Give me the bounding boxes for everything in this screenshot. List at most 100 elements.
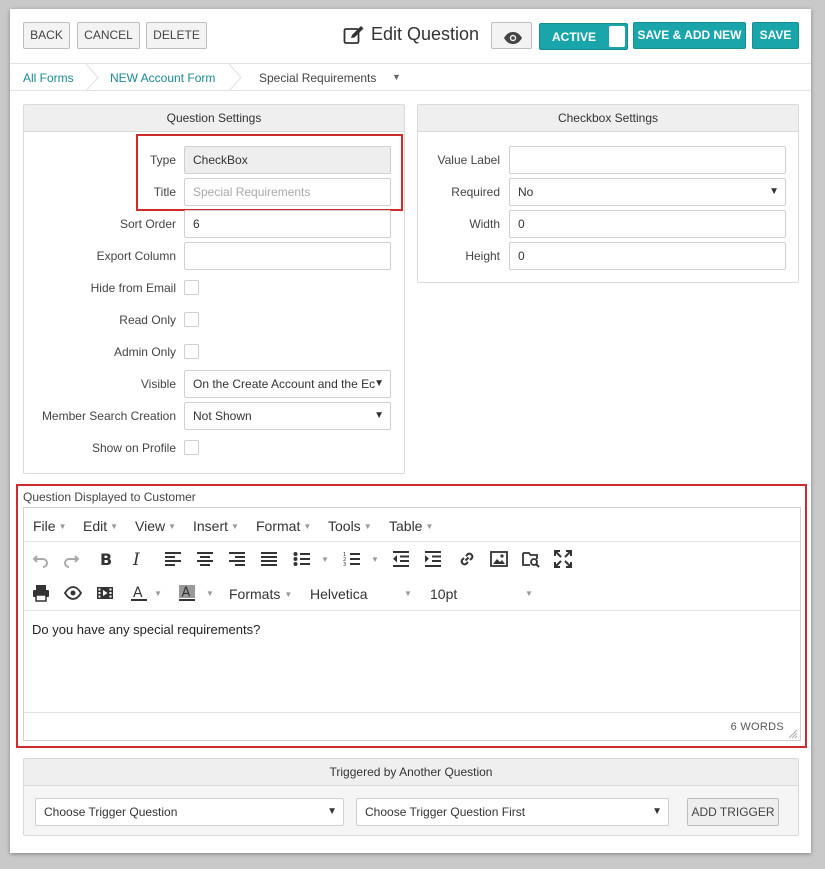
sort-order-input[interactable]: 6 bbox=[184, 210, 391, 238]
menu-view[interactable]: View ▼ bbox=[135, 518, 176, 534]
indent-icon[interactable] bbox=[424, 550, 442, 568]
required-select-value: No bbox=[518, 185, 534, 199]
editor-content-area[interactable]: Do you have any special requirements? bbox=[24, 612, 800, 712]
hide-from-email-checkbox[interactable] bbox=[184, 280, 199, 295]
svg-text:A: A bbox=[133, 585, 143, 601]
menu-edit[interactable]: Edit ▼ bbox=[83, 518, 118, 534]
visible-select[interactable]: On the Create Account and the Ec ▼ bbox=[184, 370, 391, 398]
menu-file[interactable]: File ▼ bbox=[33, 518, 66, 534]
breadcrumb-current-question[interactable]: Special Requirements bbox=[259, 71, 376, 85]
outdent-icon[interactable] bbox=[392, 550, 410, 568]
bold-icon[interactable]: B bbox=[97, 550, 115, 568]
visible-select-value: On the Create Account and the Ec bbox=[193, 377, 376, 391]
add-trigger-button[interactable]: ADD TRIGGER bbox=[687, 798, 779, 826]
chevron-down-icon: ▼ bbox=[769, 186, 779, 197]
italic-icon[interactable]: I bbox=[129, 550, 147, 568]
svg-text:A: A bbox=[182, 586, 191, 601]
active-toggle[interactable]: ACTIVE bbox=[539, 23, 628, 50]
visible-label: Visible bbox=[140, 377, 176, 391]
font-size-chevron-down-icon[interactable]: ▼ bbox=[525, 589, 533, 598]
preview-button[interactable] bbox=[491, 22, 532, 49]
align-right-icon[interactable] bbox=[228, 550, 246, 568]
required-select[interactable]: No ▼ bbox=[509, 178, 786, 206]
font-size-dropdown[interactable]: 10pt bbox=[430, 586, 457, 602]
edit-pencil-icon bbox=[343, 25, 365, 45]
font-family-dropdown[interactable]: Helvetica bbox=[310, 586, 368, 602]
preview-eye-icon[interactable] bbox=[64, 584, 82, 602]
menu-edit-label: Edit bbox=[83, 518, 108, 534]
breadcrumb-account-form[interactable]: NEW Account Form bbox=[110, 71, 215, 85]
svg-text:3: 3 bbox=[343, 562, 346, 568]
trigger-answer-select[interactable]: Choose Trigger Question First ▼ bbox=[356, 798, 669, 826]
chevron-down-icon: ▼ bbox=[374, 410, 384, 421]
numbered-list-chevron-down-icon[interactable]: ▼ bbox=[371, 555, 379, 564]
chevron-down-icon: ▼ bbox=[374, 378, 384, 389]
value-label-label: Value Label bbox=[437, 153, 501, 167]
text-color-chevron-down-icon[interactable]: ▼ bbox=[154, 589, 162, 598]
background-color-icon[interactable]: A bbox=[178, 584, 196, 602]
background-color-chevron-down-icon[interactable]: ▼ bbox=[206, 589, 214, 598]
editor-menubar: File ▼ Edit ▼ View ▼ Insert ▼ Format ▼ Tools ▼… bbox=[24, 508, 800, 542]
chevron-down-icon: ▼ bbox=[284, 590, 293, 599]
menu-insert-label: Insert bbox=[193, 518, 229, 534]
back-button[interactable]: BACK bbox=[23, 22, 70, 49]
menu-insert[interactable]: Insert ▼ bbox=[193, 518, 239, 534]
breadcrumb-separator-icon bbox=[228, 63, 242, 92]
bullet-list-chevron-down-icon[interactable]: ▼ bbox=[321, 555, 329, 564]
resize-grip-icon[interactable] bbox=[788, 728, 798, 739]
fullscreen-icon[interactable] bbox=[554, 550, 572, 568]
read-only-checkbox[interactable] bbox=[184, 312, 199, 327]
save-button[interactable]: SAVE bbox=[752, 22, 799, 49]
align-justify-icon[interactable] bbox=[260, 550, 278, 568]
value-label-input[interactable] bbox=[509, 146, 786, 174]
menu-tools[interactable]: Tools ▼ bbox=[328, 518, 372, 534]
width-input[interactable]: 0 bbox=[509, 210, 786, 238]
member-search-creation-select[interactable]: Not Shown ▼ bbox=[184, 402, 391, 430]
menu-format[interactable]: Format ▼ bbox=[256, 518, 311, 534]
question-settings-title: Question Settings bbox=[24, 105, 404, 132]
undo-icon[interactable] bbox=[32, 550, 50, 568]
trigger-question-value: Choose Trigger Question bbox=[44, 805, 178, 819]
chevron-down-icon: ▼ bbox=[327, 806, 337, 817]
formats-dropdown[interactable]: Formats ▼ bbox=[229, 586, 292, 602]
hide-from-email-label: Hide from Email bbox=[90, 281, 176, 295]
cancel-button[interactable]: CANCEL bbox=[77, 22, 140, 49]
align-left-icon[interactable] bbox=[164, 550, 182, 568]
text-color-icon[interactable]: A bbox=[130, 584, 148, 602]
eye-icon bbox=[503, 29, 523, 54]
menu-table-label: Table bbox=[389, 518, 423, 534]
editor-toolbar-row-1: B I ▼ 123 ▼ bbox=[24, 542, 800, 576]
link-icon[interactable] bbox=[458, 550, 476, 568]
export-column-input[interactable] bbox=[184, 242, 391, 270]
video-embed-icon[interactable] bbox=[96, 584, 114, 602]
bullet-list-icon[interactable] bbox=[293, 550, 311, 568]
breadcrumb-dropdown-icon[interactable]: ▼ bbox=[392, 72, 401, 82]
breadcrumb-separator-icon bbox=[85, 63, 99, 92]
editor-statusbar: 6 WORDS bbox=[24, 712, 800, 740]
trigger-question-select[interactable]: Choose Trigger Question ▼ bbox=[35, 798, 344, 826]
redo-icon[interactable] bbox=[62, 550, 80, 568]
menu-file-label: File bbox=[33, 518, 56, 534]
chevron-down-icon: ▼ bbox=[58, 522, 67, 531]
delete-button[interactable]: DELETE bbox=[146, 22, 207, 49]
breadcrumb-all-forms[interactable]: All Forms bbox=[23, 71, 74, 85]
menu-view-label: View bbox=[135, 518, 166, 534]
print-icon[interactable] bbox=[32, 584, 50, 602]
admin-only-label: Admin Only bbox=[113, 345, 176, 359]
font-family-chevron-down-icon[interactable]: ▼ bbox=[404, 589, 412, 598]
show-on-profile-checkbox[interactable] bbox=[184, 440, 199, 455]
editor-content-text[interactable]: Do you have any special requirements? bbox=[32, 622, 260, 637]
numbered-list-icon[interactable]: 123 bbox=[343, 550, 361, 568]
save-add-new-button[interactable]: SAVE & ADD NEW bbox=[633, 22, 746, 49]
question-displayed-label: Question Displayed to Customer bbox=[23, 490, 196, 504]
height-input[interactable]: 0 bbox=[509, 242, 786, 270]
trigger-answer-value: Choose Trigger Question First bbox=[365, 805, 526, 819]
menu-table[interactable]: Table ▼ bbox=[389, 518, 433, 534]
chevron-down-icon: ▼ bbox=[652, 806, 662, 817]
align-center-icon[interactable] bbox=[196, 550, 214, 568]
image-icon[interactable] bbox=[490, 550, 508, 568]
active-toggle-knob bbox=[609, 26, 625, 47]
svg-text:I: I bbox=[132, 550, 140, 568]
media-search-icon[interactable] bbox=[522, 550, 540, 568]
admin-only-checkbox[interactable] bbox=[184, 344, 199, 359]
